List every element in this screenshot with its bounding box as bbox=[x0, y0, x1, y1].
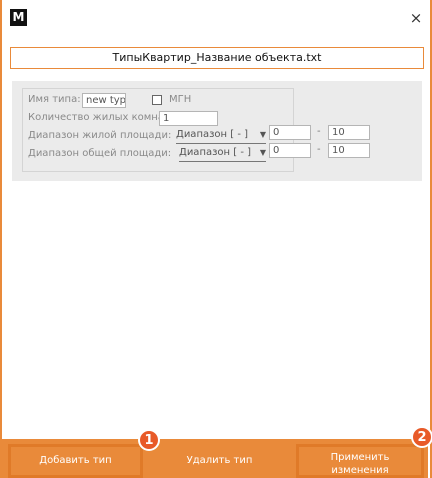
rooms-count-label: Количество жилых комнат: bbox=[28, 112, 174, 123]
living-area-mode-value: Диапазон [ - ] bbox=[176, 129, 249, 140]
close-button[interactable]: × bbox=[406, 8, 426, 28]
chevron-down-icon: ▼ bbox=[259, 130, 266, 139]
apply-changes-label-line1: Применить bbox=[330, 452, 390, 463]
apartment-type-row[interactable]: Имя типа: new type МГН Количество жилых … bbox=[12, 81, 422, 181]
range-separator: - bbox=[317, 144, 321, 155]
file-name-label: ТипыКвартир_Название объекта.txt bbox=[10, 47, 424, 69]
total-area-mode-value: Диапазон [ - ] bbox=[179, 147, 252, 158]
total-area-mode-dropdown[interactable]: Диапазон [ - ] ▼ bbox=[179, 146, 266, 162]
total-area-min-input[interactable]: 0 bbox=[269, 143, 311, 158]
mgn-checkbox[interactable] bbox=[152, 95, 162, 105]
delete-type-button[interactable]: Удалить тип bbox=[152, 444, 287, 478]
add-type-label: Добавить тип bbox=[39, 455, 112, 466]
apply-changes-button[interactable]: Применить изменения bbox=[296, 444, 424, 478]
living-area-label: Диапазон жилой площади: bbox=[28, 130, 172, 141]
apply-changes-label-line2: изменения bbox=[331, 465, 389, 476]
range-separator: - bbox=[317, 126, 321, 137]
types-list-area: Имя типа: new type МГН Количество жилых … bbox=[8, 75, 426, 439]
mgn-label: МГН bbox=[169, 94, 192, 105]
chevron-down-icon: ▼ bbox=[259, 148, 266, 157]
total-area-max-input[interactable]: 10 bbox=[328, 143, 370, 158]
type-name-input[interactable]: new type bbox=[82, 93, 126, 108]
total-area-label: Диапазон общей площади: bbox=[28, 148, 172, 159]
app-logo-icon: M bbox=[10, 9, 27, 26]
living-area-max-input[interactable]: 10 bbox=[328, 125, 370, 140]
living-area-min-input[interactable]: 0 bbox=[269, 125, 311, 140]
step-badge-2: 2 bbox=[411, 426, 432, 448]
add-type-button[interactable]: Добавить тип bbox=[8, 444, 143, 478]
title-bar: M × bbox=[2, 0, 430, 38]
type-name-label: Имя типа: bbox=[28, 94, 81, 105]
delete-type-label: Удалить тип bbox=[186, 455, 253, 466]
living-area-mode-dropdown[interactable]: Диапазон [ - ] ▼ bbox=[176, 128, 266, 144]
dialog-window: M × ТипыКвартир_Название объекта.txt Имя… bbox=[0, 0, 432, 478]
apartment-type-card: Имя типа: new type МГН Количество жилых … bbox=[22, 88, 294, 172]
step-badge-1: 1 bbox=[138, 429, 160, 451]
rooms-count-input[interactable]: 1 bbox=[159, 111, 218, 126]
